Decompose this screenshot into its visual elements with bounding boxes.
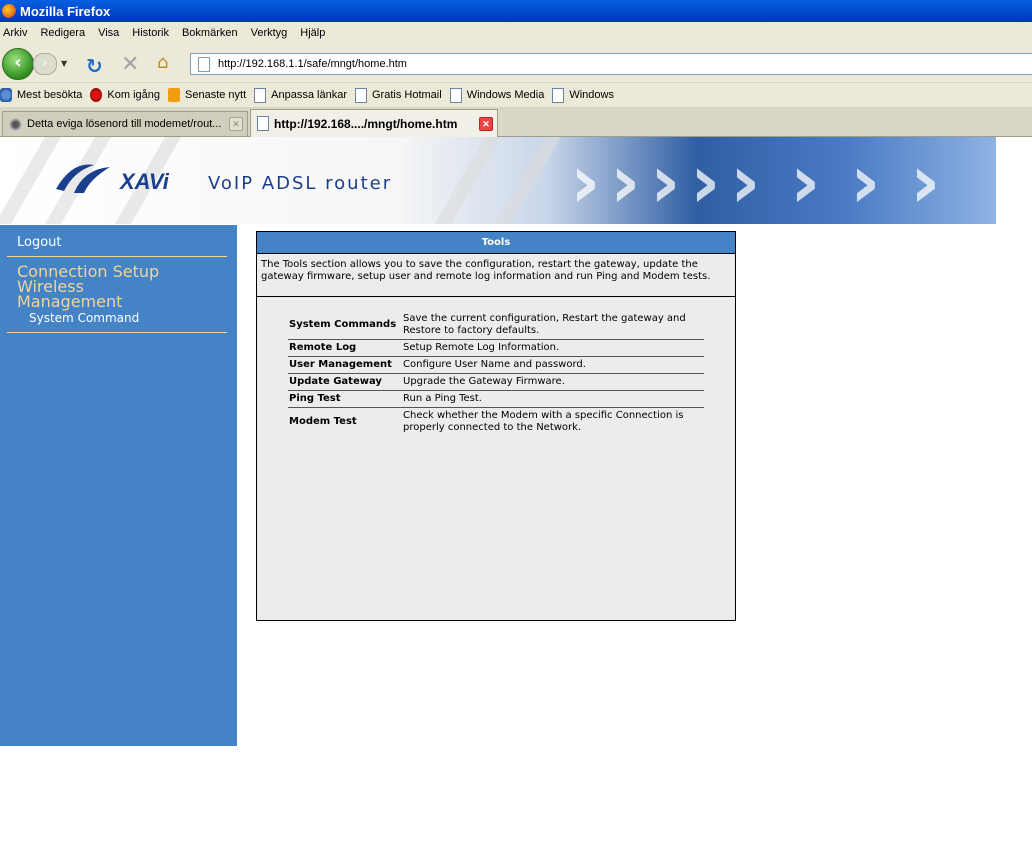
url-text[interactable]: http://192.168.1.1/safe/mngt/home.htm [218,58,407,70]
router-header-banner: › › › › › › › › XAVi VoIP ADSL router [0,137,996,224]
bookmark-gratis-hotmail[interactable]: Gratis Hotmail [355,87,442,103]
xavi-logo-mark [56,164,110,193]
forum-icon [9,117,22,131]
sidebar-divider [7,256,227,257]
tab-strip: Detta eviga lösenord till modemet/rout..… [0,108,1032,137]
forward-arrow-icon: › [42,56,48,71]
tools-description: The Tools section allows you to save the… [257,254,735,297]
history-dropdown-button[interactable]: ▼ [61,59,71,69]
menu-verktyg[interactable]: Verktyg [251,27,288,39]
tool-update-gateway[interactable]: Update Gateway [288,373,403,391]
tool-description: Setup Remote Log Information. [403,339,704,357]
bookmark-kom-igang[interactable]: Kom igång [90,88,160,102]
sidebar-divider [7,332,227,333]
tool-system-commands[interactable]: System Commands [288,311,403,340]
tool-modem-test[interactable]: Modem Test [288,408,403,437]
tab-label: Detta eviga lösenord till modemet/rout..… [27,118,222,130]
window-title: Mozilla Firefox [20,3,111,19]
tab-detta-eviga[interactable]: Detta eviga lösenord till modemet/rout..… [2,111,248,136]
reload-icon[interactable]: ↻ [86,54,103,78]
search-icon [0,88,12,102]
logout-link[interactable]: Logout [17,235,62,250]
rss-icon [168,88,181,102]
tools-panel-title: Tools [257,232,735,254]
menu-arkiv[interactable]: Arkiv [3,27,27,39]
window-title-bar: Mozilla Firefox [0,0,1032,22]
tool-remote-log[interactable]: Remote Log [288,339,403,357]
navigation-toolbar: ‹ › ▼ ↻ ✕ ⌂ http://192.168.1.1/safe/mngt… [0,44,1032,83]
page-icon [254,87,267,103]
page-icon [449,87,462,103]
xavi-logo: XAVi [120,169,169,194]
table-row: Remote Log Setup Remote Log Information. [288,339,704,357]
home-icon[interactable]: ⌂ [157,52,168,73]
tool-description: Save the current configuration, Restart … [403,311,704,340]
table-row: Modem Test Check whether the Modem with … [288,408,704,437]
bookmark-anpassa-lankar[interactable]: Anpassa länkar [254,87,347,103]
stop-icon[interactable]: ✕ [121,52,139,77]
bookmark-windows-media[interactable]: Windows Media [449,87,544,103]
firefox-icon [2,4,16,18]
tab-home[interactable]: http://192.168..../mngt/home.htm ✕ [250,109,498,137]
table-row: Ping Test Run a Ping Test. [288,390,704,408]
tool-description: Upgrade the Gateway Firmware. [403,373,704,391]
close-tab-icon[interactable]: ✕ [479,116,493,131]
page-icon [552,87,565,103]
tab-label: http://192.168..../mngt/home.htm [274,116,458,131]
menu-bokmarken[interactable]: Bokmärken [182,27,238,39]
bookmark-senaste-nytt[interactable]: Senaste nytt [168,88,246,102]
table-row: System Commands Save the current configu… [288,311,704,340]
back-arrow-icon: ‹ [14,52,22,73]
address-bar[interactable]: http://192.168.1.1/safe/mngt/home.htm [190,53,1032,75]
sidebar-item-system-command[interactable]: System Command [29,311,139,325]
page-icon [355,87,367,103]
page-icon [257,116,269,131]
bookmark-mest-besokta[interactable]: Mest besökta [0,88,82,102]
back-button[interactable]: ‹ [2,48,34,80]
forward-button[interactable]: › [33,53,57,75]
bookmark-windows[interactable]: Windows [552,87,614,103]
tools-panel: Tools The Tools section allows you to sa… [256,231,736,621]
menu-bar: Arkiv Redigera Visa Historik Bokmärken V… [0,22,1032,45]
tools-table: System Commands Save the current configu… [288,311,704,436]
sidebar: Logout Connection Setup Wireless Managem… [0,225,237,746]
page-icon [198,56,210,72]
tool-ping-test[interactable]: Ping Test [288,390,403,408]
table-row: User Management Configure User Name and … [288,356,704,374]
tool-description: Check whether the Modem with a specific … [403,410,684,433]
product-name: VoIP ADSL router [208,173,393,194]
firefox-icon [90,88,103,102]
tool-description: Run a Ping Test. [403,390,704,408]
menu-visa[interactable]: Visa [98,27,119,39]
menu-historik[interactable]: Historik [132,27,169,39]
bookmarks-toolbar: Mest besökta Kom igång Senaste nytt Anpa… [0,83,1032,108]
sidebar-item-management[interactable]: Management [17,294,122,310]
tool-description: Configure User Name and password. [403,356,704,374]
close-tab-icon[interactable]: ✕ [229,117,243,131]
table-row: Update Gateway Upgrade the Gateway Firmw… [288,373,704,391]
menu-redigera[interactable]: Redigera [40,27,85,39]
tool-user-management[interactable]: User Management [288,356,403,374]
menu-hjalp[interactable]: Hjälp [300,27,325,39]
